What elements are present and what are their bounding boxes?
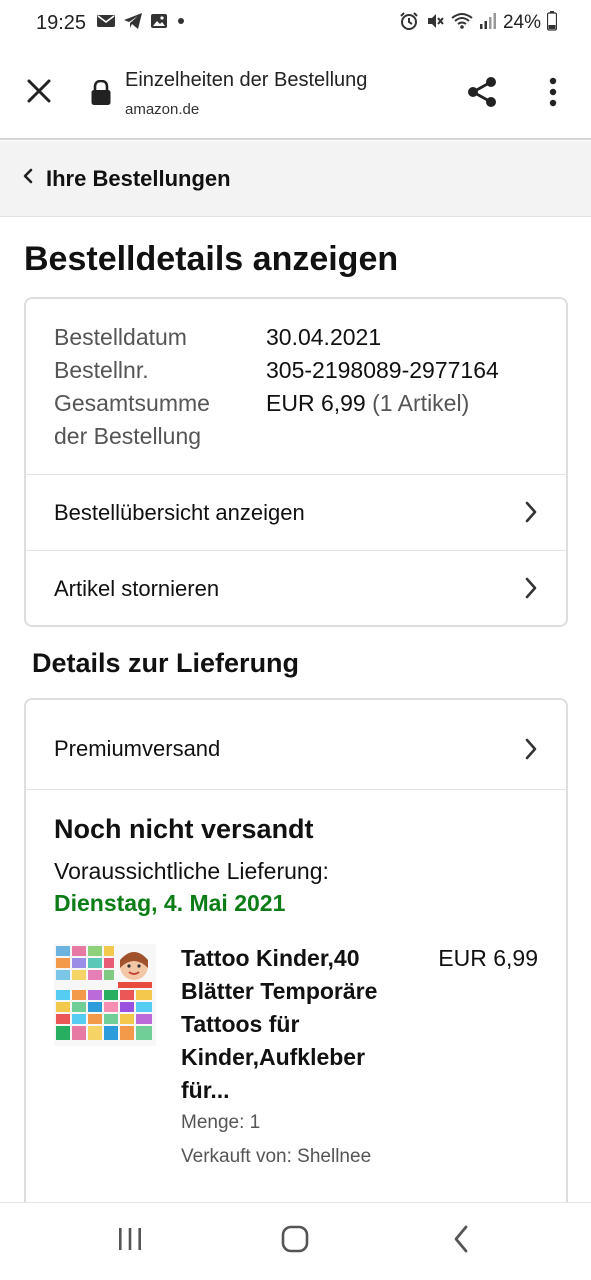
cancel-items-link[interactable]: Artikel stornieren (26, 551, 566, 627)
order-date-label: Bestelldatum (54, 324, 187, 350)
recent-apps-icon (116, 1226, 144, 1257)
order-date-value: 30.04.2021 (266, 324, 382, 350)
close-button[interactable] (20, 74, 58, 112)
order-info-block: Bestelldatum 30.04.2021 Bestellnr. 305-2… (26, 299, 566, 475)
product-seller: Verkauft von: Shellnee (181, 1146, 372, 1167)
home-icon (280, 1224, 310, 1259)
share-button[interactable] (462, 74, 502, 114)
delivery-eta-date: Dienstag, 4. Mai 2021 (54, 890, 286, 916)
notification-dot-icon (175, 14, 187, 32)
status-system-icons: 24% (399, 10, 558, 36)
signal-icon (479, 12, 497, 35)
browser-header: Einzelheiten der Bestellung amazon.de (0, 50, 591, 140)
breadcrumb-label[interactable]: Ihre Bestellungen (46, 166, 231, 192)
product-title-line: Blätter Temporäre (181, 978, 378, 1004)
chevron-right-icon (524, 577, 538, 604)
battery-icon (546, 10, 558, 36)
delivery-heading: Details zur Lieferung (32, 648, 300, 678)
status-bar: 19:25 24% (0, 0, 591, 50)
more-vertical-icon (549, 77, 557, 112)
product-title-line: Kinder,Aufkleber (181, 1044, 366, 1070)
alarm-icon (399, 11, 419, 36)
order-info-card: Bestelldatum 30.04.2021 Bestellnr. 305-2… (24, 297, 568, 627)
product-title-line: Tattoo Kinder,40 (181, 945, 360, 971)
page-heading: Bestelldetails anzeigen (24, 240, 399, 278)
cancel-items-label: Artikel stornieren (54, 576, 220, 601)
page-title: Einzelheiten der Bestellung (125, 69, 368, 91)
chevron-left-icon (22, 168, 34, 189)
order-summary-link[interactable]: Bestellübersicht anzeigen (26, 475, 566, 551)
order-number-label: Bestellnr. (54, 357, 149, 383)
order-total-label-line2: der Bestellung (54, 423, 202, 449)
chevron-right-icon (524, 501, 538, 528)
more-menu-button[interactable] (538, 74, 568, 114)
shipment-status: Noch nicht versandt (54, 814, 314, 844)
product-title-line: Tattoos für (181, 1011, 300, 1037)
delivery-eta-label: Voraussichtliche Lieferung: (54, 858, 329, 884)
mail-icon (96, 13, 116, 34)
product-quantity: Menge: 1 (181, 1112, 261, 1133)
chevron-right-icon (524, 738, 538, 765)
order-total-label-line1: Gesamtsumme (54, 390, 210, 416)
status-time: 19:25 (36, 12, 87, 34)
system-nav-bar (0, 1202, 591, 1280)
wifi-icon (451, 12, 473, 35)
breadcrumb[interactable]: Ihre Bestellungen (0, 141, 591, 217)
order-summary-label: Bestellübersicht anzeigen (54, 499, 305, 525)
product-title-line: für... (181, 1077, 230, 1103)
product-title[interactable]: Tattoo Kinder,40 Blätter Temporäre Tatto… (181, 942, 411, 1107)
shipping-method-label: Premiumversand (54, 735, 221, 761)
battery-percent: 24% (502, 12, 541, 33)
order-total-value: EUR 6,99 (1 Artikel) (266, 387, 469, 420)
order-number-value: 305-2198089-2977164 (266, 357, 499, 383)
back-icon (451, 1224, 471, 1259)
order-total-amount: EUR 6,99 (266, 390, 366, 416)
back-button[interactable] (436, 1221, 486, 1261)
recent-apps-button[interactable] (105, 1221, 155, 1261)
page-domain: amazon.de (125, 101, 200, 118)
close-icon (26, 78, 52, 109)
order-total-items: (1 Artikel) (372, 390, 470, 416)
status-notification-icons (96, 12, 187, 34)
shipping-method-link[interactable]: Premiumversand (26, 708, 566, 790)
mute-icon (425, 11, 445, 36)
share-icon (465, 75, 499, 114)
product-image[interactable] (54, 944, 156, 1046)
product-price: EUR 6,99 (438, 945, 538, 971)
home-button[interactable] (270, 1221, 320, 1261)
lock-icon (90, 79, 112, 111)
delivery-card: Premiumversand Noch nicht versandt Vorau… (24, 698, 568, 1218)
telegram-icon (123, 12, 143, 35)
gallery-icon (150, 13, 168, 34)
